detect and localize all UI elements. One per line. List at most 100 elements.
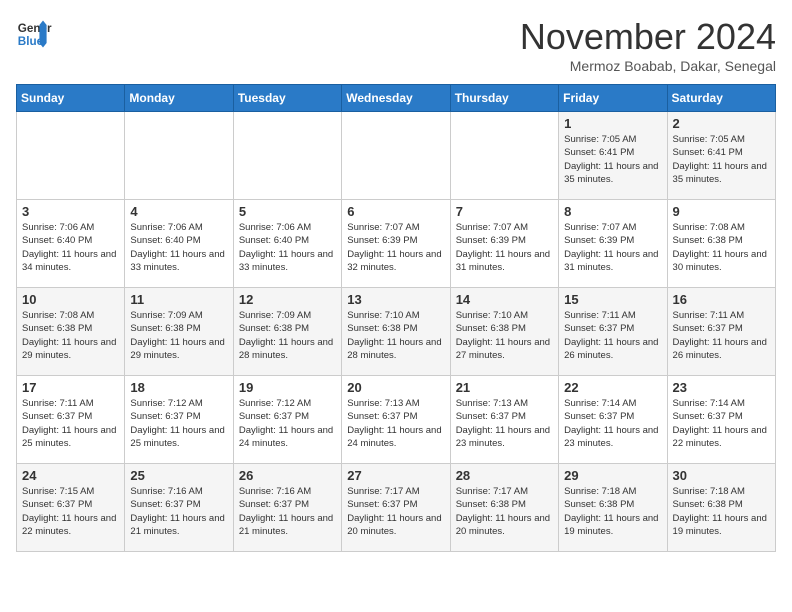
calendar-cell: 4 Sunrise: 7:06 AM Sunset: 6:40 PM Daylig… <box>125 200 233 288</box>
calendar-cell: 30 Sunrise: 7:18 AM Sunset: 6:38 PM Dayli… <box>667 464 775 552</box>
day-info: Sunrise: 7:18 AM Sunset: 6:38 PM Dayligh… <box>673 485 770 538</box>
day-number: 12 <box>239 292 336 307</box>
calendar-cell <box>342 112 450 200</box>
calendar-cell: 13 Sunrise: 7:10 AM Sunset: 6:38 PM Dayli… <box>342 288 450 376</box>
calendar-header-row: SundayMondayTuesdayWednesdayThursdayFrid… <box>17 85 776 112</box>
logo-icon: General Blue <box>16 16 52 52</box>
calendar-cell: 15 Sunrise: 7:11 AM Sunset: 6:37 PM Dayli… <box>559 288 667 376</box>
calendar-cell: 7 Sunrise: 7:07 AM Sunset: 6:39 PM Daylig… <box>450 200 558 288</box>
calendar-cell: 29 Sunrise: 7:18 AM Sunset: 6:38 PM Dayli… <box>559 464 667 552</box>
calendar-cell: 5Sunrise: 7:06 AM Sunset: 6:40 PM Daylig… <box>233 200 341 288</box>
header-friday: Friday <box>559 85 667 112</box>
day-number: 30 <box>673 468 770 483</box>
calendar-cell <box>233 112 341 200</box>
day-info: Sunrise: 7:10 AM Sunset: 6:38 PM Dayligh… <box>347 309 444 362</box>
header-monday: Monday <box>125 85 233 112</box>
title-block: November 2024 Mermoz Boabab, Dakar, Sene… <box>520 16 776 74</box>
day-info: Sunrise: 7:06 AM Sunset: 6:40 PM Dayligh… <box>22 221 119 274</box>
day-info: Sunrise: 7:17 AM Sunset: 6:37 PM Dayligh… <box>347 485 444 538</box>
day-number: 10 <box>22 292 119 307</box>
day-info: Sunrise: 7:11 AM Sunset: 6:37 PM Dayligh… <box>22 397 119 450</box>
calendar-cell: 24 Sunrise: 7:15 AM Sunset: 6:37 PM Dayli… <box>17 464 125 552</box>
calendar-cell <box>125 112 233 200</box>
day-info: Sunrise: 7:12 AM Sunset: 6:37 PM Dayligh… <box>130 397 227 450</box>
day-info: Sunrise: 7:05 AM Sunset: 6:41 PM Dayligh… <box>564 133 661 186</box>
calendar-cell <box>450 112 558 200</box>
day-info: Sunrise: 7:09 AM Sunset: 6:38 PM Dayligh… <box>130 309 227 362</box>
page-header: General Blue November 2024 Mermoz Boabab… <box>16 16 776 74</box>
calendar-cell: 16 Sunrise: 7:11 AM Sunset: 6:37 PM Dayli… <box>667 288 775 376</box>
calendar-cell: 3Sunrise: 7:06 AM Sunset: 6:40 PM Daylig… <box>17 200 125 288</box>
day-number: 23 <box>673 380 770 395</box>
calendar-week-row: 10 Sunrise: 7:08 AM Sunset: 6:38 PM Dayli… <box>17 288 776 376</box>
day-info: Sunrise: 7:05 AM Sunset: 6:41 PM Dayligh… <box>673 133 770 186</box>
location-subtitle: Mermoz Boabab, Dakar, Senegal <box>520 58 776 74</box>
day-number: 28 <box>456 468 553 483</box>
calendar-cell <box>17 112 125 200</box>
day-number: 4 <box>130 204 227 219</box>
day-number: 24 <box>22 468 119 483</box>
day-info: Sunrise: 7:06 AM Sunset: 6:40 PM Dayligh… <box>239 221 336 274</box>
day-number: 29 <box>564 468 661 483</box>
day-number: 20 <box>347 380 444 395</box>
day-number: 2 <box>673 116 770 131</box>
day-number: 18 <box>130 380 227 395</box>
day-info: Sunrise: 7:11 AM Sunset: 6:37 PM Dayligh… <box>673 309 770 362</box>
day-info: Sunrise: 7:11 AM Sunset: 6:37 PM Dayligh… <box>564 309 661 362</box>
day-number: 26 <box>239 468 336 483</box>
day-number: 11 <box>130 292 227 307</box>
calendar-cell: 23 Sunrise: 7:14 AM Sunset: 6:37 PM Dayli… <box>667 376 775 464</box>
day-info: Sunrise: 7:13 AM Sunset: 6:37 PM Dayligh… <box>456 397 553 450</box>
day-info: Sunrise: 7:14 AM Sunset: 6:37 PM Dayligh… <box>673 397 770 450</box>
day-number: 17 <box>22 380 119 395</box>
day-number: 9 <box>673 204 770 219</box>
day-number: 1 <box>564 116 661 131</box>
day-info: Sunrise: 7:07 AM Sunset: 6:39 PM Dayligh… <box>564 221 661 274</box>
day-number: 27 <box>347 468 444 483</box>
calendar-week-row: 17 Sunrise: 7:11 AM Sunset: 6:37 PM Dayli… <box>17 376 776 464</box>
calendar-cell: 8 Sunrise: 7:07 AM Sunset: 6:39 PM Daylig… <box>559 200 667 288</box>
calendar-cell: 21 Sunrise: 7:13 AM Sunset: 6:37 PM Dayli… <box>450 376 558 464</box>
calendar-cell: 28Sunrise: 7:17 AM Sunset: 6:38 PM Dayli… <box>450 464 558 552</box>
day-number: 15 <box>564 292 661 307</box>
day-info: Sunrise: 7:06 AM Sunset: 6:40 PM Dayligh… <box>130 221 227 274</box>
day-number: 13 <box>347 292 444 307</box>
calendar-cell: 22Sunrise: 7:14 AM Sunset: 6:37 PM Dayli… <box>559 376 667 464</box>
header-wednesday: Wednesday <box>342 85 450 112</box>
header-tuesday: Tuesday <box>233 85 341 112</box>
calendar-week-row: 3Sunrise: 7:06 AM Sunset: 6:40 PM Daylig… <box>17 200 776 288</box>
calendar-cell: 17 Sunrise: 7:11 AM Sunset: 6:37 PM Dayli… <box>17 376 125 464</box>
calendar-cell: 26 Sunrise: 7:16 AM Sunset: 6:37 PM Dayli… <box>233 464 341 552</box>
day-number: 14 <box>456 292 553 307</box>
logo: General Blue <box>16 16 52 52</box>
day-info: Sunrise: 7:18 AM Sunset: 6:38 PM Dayligh… <box>564 485 661 538</box>
day-number: 21 <box>456 380 553 395</box>
calendar-cell: 14 Sunrise: 7:10 AM Sunset: 6:38 PM Dayli… <box>450 288 558 376</box>
calendar-cell: 19Sunrise: 7:12 AM Sunset: 6:37 PM Dayli… <box>233 376 341 464</box>
day-number: 6 <box>347 204 444 219</box>
calendar-cell: 11 Sunrise: 7:09 AM Sunset: 6:38 PM Dayli… <box>125 288 233 376</box>
calendar-cell: 27 Sunrise: 7:17 AM Sunset: 6:37 PM Dayli… <box>342 464 450 552</box>
day-number: 7 <box>456 204 553 219</box>
calendar-week-row: 24 Sunrise: 7:15 AM Sunset: 6:37 PM Dayli… <box>17 464 776 552</box>
month-title: November 2024 <box>520 16 776 58</box>
day-info: Sunrise: 7:07 AM Sunset: 6:39 PM Dayligh… <box>456 221 553 274</box>
day-info: Sunrise: 7:15 AM Sunset: 6:37 PM Dayligh… <box>22 485 119 538</box>
calendar-cell: 18 Sunrise: 7:12 AM Sunset: 6:37 PM Dayli… <box>125 376 233 464</box>
day-number: 8 <box>564 204 661 219</box>
day-number: 22 <box>564 380 661 395</box>
day-info: Sunrise: 7:09 AM Sunset: 6:38 PM Dayligh… <box>239 309 336 362</box>
calendar-cell: 9Sunrise: 7:08 AM Sunset: 6:38 PM Daylig… <box>667 200 775 288</box>
day-info: Sunrise: 7:08 AM Sunset: 6:38 PM Dayligh… <box>22 309 119 362</box>
calendar-week-row: 1 Sunrise: 7:05 AM Sunset: 6:41 PM Daylig… <box>17 112 776 200</box>
calendar-table: SundayMondayTuesdayWednesdayThursdayFrid… <box>16 84 776 552</box>
day-info: Sunrise: 7:16 AM Sunset: 6:37 PM Dayligh… <box>130 485 227 538</box>
svg-text:General: General <box>18 22 52 35</box>
day-info: Sunrise: 7:12 AM Sunset: 6:37 PM Dayligh… <box>239 397 336 450</box>
calendar-cell: 10 Sunrise: 7:08 AM Sunset: 6:38 PM Dayli… <box>17 288 125 376</box>
day-number: 16 <box>673 292 770 307</box>
day-info: Sunrise: 7:07 AM Sunset: 6:39 PM Dayligh… <box>347 221 444 274</box>
day-info: Sunrise: 7:10 AM Sunset: 6:38 PM Dayligh… <box>456 309 553 362</box>
header-thursday: Thursday <box>450 85 558 112</box>
day-info: Sunrise: 7:16 AM Sunset: 6:37 PM Dayligh… <box>239 485 336 538</box>
